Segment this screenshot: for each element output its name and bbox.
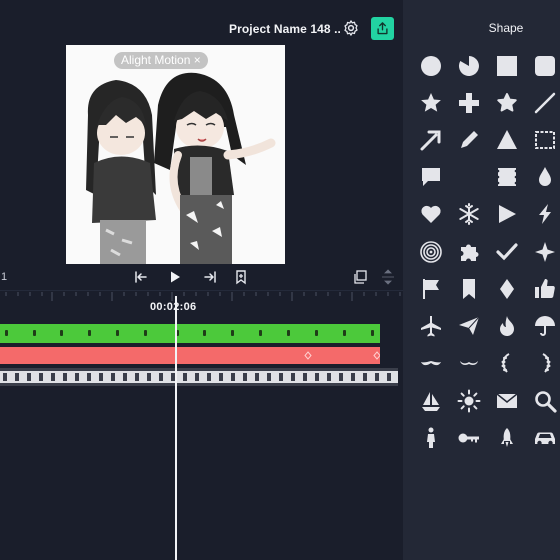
key-icon[interactable]	[454, 423, 484, 453]
sun-icon[interactable]	[454, 386, 484, 416]
bookmark-add-icon[interactable]	[233, 269, 249, 285]
flame-icon[interactable]	[492, 311, 522, 341]
crescent-moon-icon[interactable]	[454, 162, 484, 192]
pencil-icon[interactable]	[454, 125, 484, 155]
skip-to-end-icon[interactable]	[202, 269, 218, 285]
spiral-icon[interactable]	[416, 237, 446, 267]
character-artwork	[86, 72, 276, 265]
flag-icon[interactable]	[416, 274, 446, 304]
diamond-icon[interactable]	[492, 274, 522, 304]
clip-keyframes	[5, 330, 374, 336]
timeline-ruler[interactable]	[0, 290, 403, 302]
project-title[interactable]: Project Name 148 ..	[229, 22, 341, 36]
droplet-icon[interactable]	[530, 162, 560, 192]
mustache-icon[interactable]	[416, 348, 446, 378]
shape-panel: Shape	[403, 0, 560, 560]
rocket-icon[interactable]	[492, 423, 522, 453]
rectangle-outline-icon[interactable]	[530, 125, 560, 155]
umbrella-icon[interactable]	[530, 311, 560, 341]
bookmark-icon[interactable]	[454, 274, 484, 304]
playhead[interactable]	[175, 296, 177, 560]
mustache-2-icon[interactable]	[454, 348, 484, 378]
duplicate-icon[interactable]	[352, 269, 368, 285]
ruler-ticks	[5, 292, 401, 301]
person-icon[interactable]	[416, 423, 446, 453]
expand-timeline-icon[interactable]	[380, 269, 396, 285]
play-icon[interactable]	[167, 269, 183, 285]
thumbs-up-icon[interactable]	[530, 274, 560, 304]
gear-icon[interactable]	[342, 19, 360, 37]
export-button[interactable]	[371, 17, 394, 40]
snowflake-icon[interactable]	[454, 199, 484, 229]
triangle-icon[interactable]	[492, 125, 522, 155]
editor-area: Project Name 148 .. Alight Motion × 1 00…	[0, 0, 403, 560]
sailboat-icon[interactable]	[416, 386, 446, 416]
clip-keyframe-marker	[304, 351, 381, 360]
star-icon[interactable]	[416, 88, 446, 118]
share-export-icon	[377, 22, 388, 35]
timecode-display: 00:02:06	[150, 301, 197, 313]
stamp-icon[interactable]	[492, 162, 522, 192]
timeline-clip-video[interactable]	[0, 368, 398, 386]
circle-icon[interactable]	[416, 51, 446, 81]
checkmark-icon[interactable]	[492, 237, 522, 267]
heart-icon[interactable]	[416, 199, 446, 229]
lightning-icon[interactable]	[530, 199, 560, 229]
airplane-icon[interactable]	[416, 311, 446, 341]
line-icon[interactable]	[530, 88, 560, 118]
preview-canvas[interactable]: Alight Motion ×	[66, 45, 285, 265]
sparkle-icon[interactable]	[530, 237, 560, 267]
timeline-clip-red[interactable]	[0, 347, 381, 364]
envelope-icon[interactable]	[492, 386, 522, 416]
rounded-star-icon[interactable]	[492, 88, 522, 118]
timeline-clip-green[interactable]	[0, 324, 380, 343]
panel-title: Shape	[488, 21, 524, 35]
arrow-icon[interactable]	[416, 125, 446, 155]
filmstrip-pattern	[0, 368, 398, 386]
pie-icon[interactable]	[454, 51, 484, 81]
magnifier-icon[interactable]	[530, 386, 560, 416]
skip-to-start-icon[interactable]	[133, 269, 149, 285]
laurel-2-icon[interactable]	[530, 348, 560, 378]
play-triangle-icon[interactable]	[492, 199, 522, 229]
speech-bubble-icon[interactable]	[416, 162, 446, 192]
top-bar: Project Name 148 ..	[0, 0, 403, 42]
paper-plane-icon[interactable]	[454, 311, 484, 341]
car-icon[interactable]	[530, 423, 560, 453]
transport-bar: 1	[0, 264, 403, 290]
frame-number: 1	[1, 271, 8, 283]
puzzle-piece-icon[interactable]	[454, 237, 484, 267]
plus-icon[interactable]	[454, 88, 484, 118]
laurel-icon[interactable]	[492, 348, 522, 378]
rounded-square-icon[interactable]	[530, 51, 560, 81]
square-icon[interactable]	[492, 51, 522, 81]
